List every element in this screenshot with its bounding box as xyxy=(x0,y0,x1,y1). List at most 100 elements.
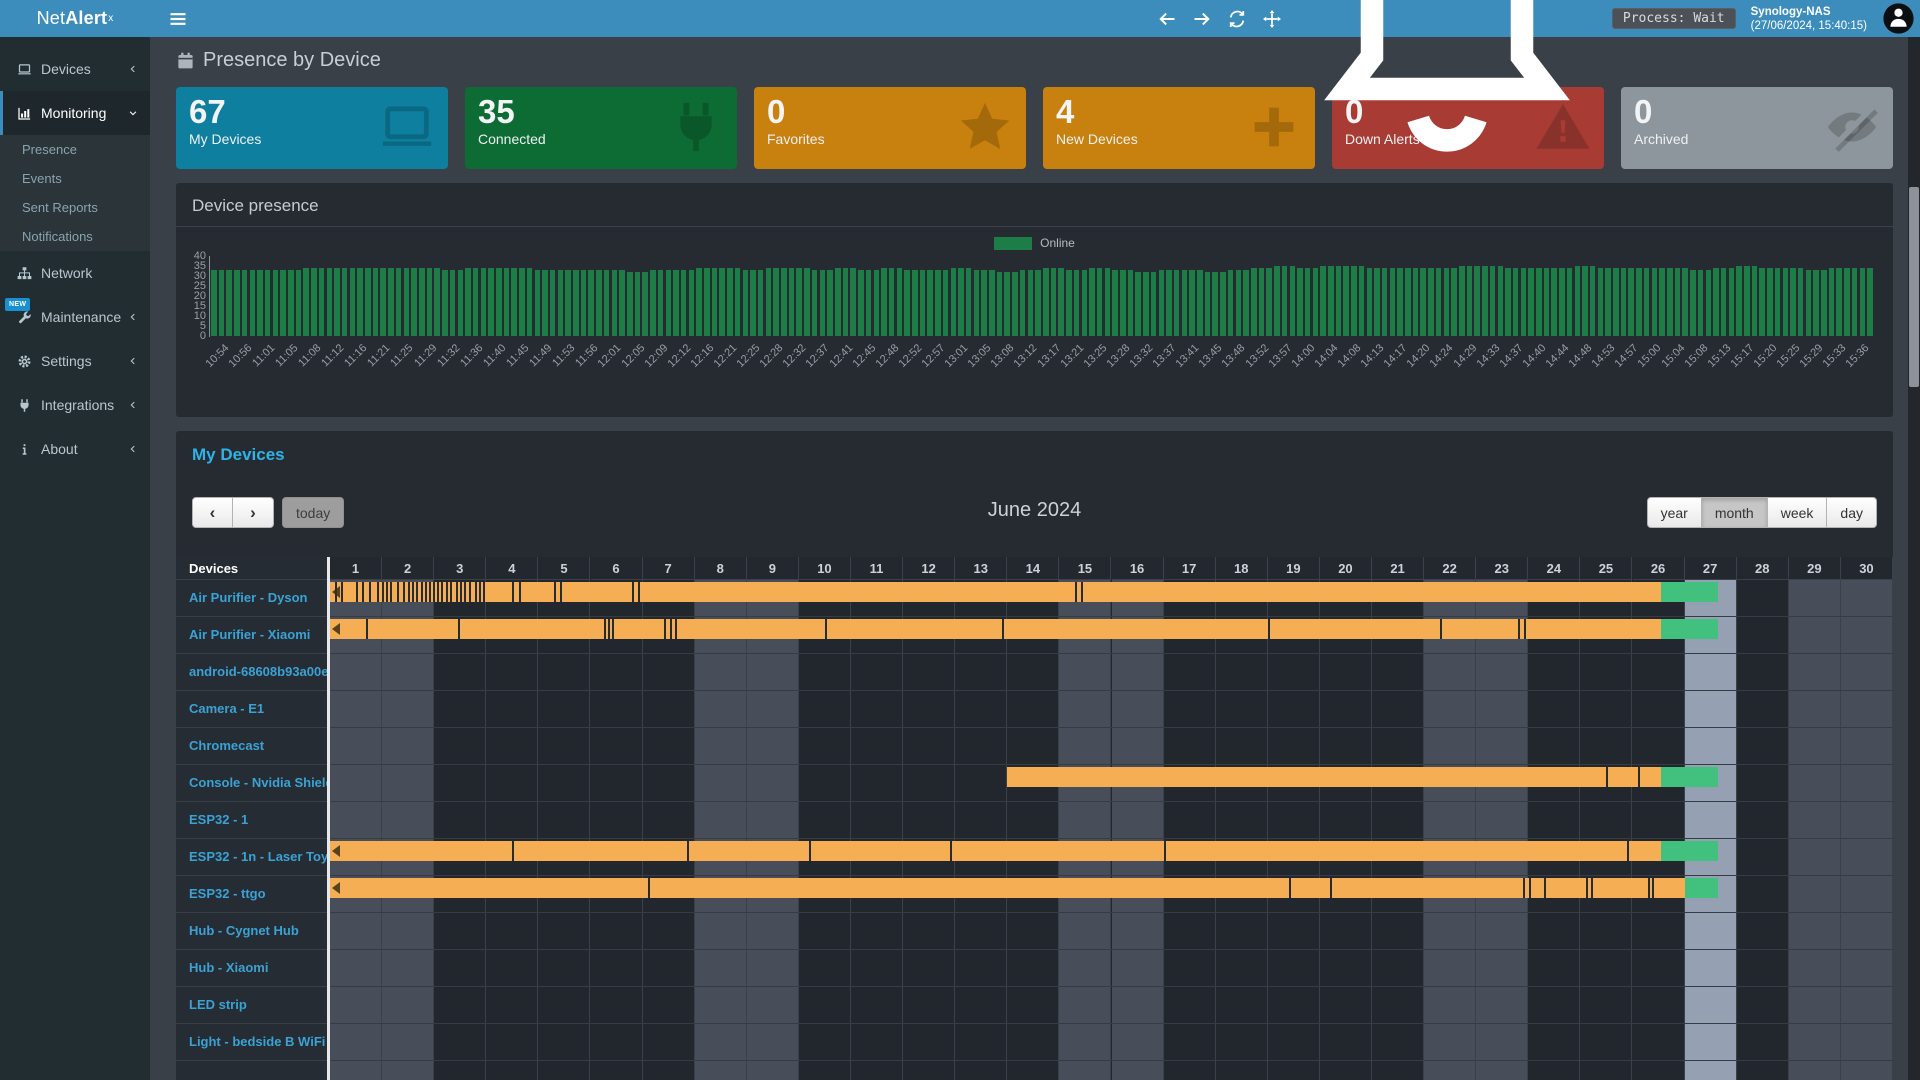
sidebar-item-settings[interactable]: Settings xyxy=(0,339,150,383)
day-header-18: 18 xyxy=(1216,557,1268,580)
stat-card-my-devices[interactable]: 67My Devices xyxy=(176,87,448,169)
nav-forward-icon[interactable] xyxy=(1192,9,1212,29)
device-row-label[interactable]: ESP32 - ttgo xyxy=(176,876,327,913)
device-row-label[interactable]: LED strip xyxy=(176,987,327,1024)
presence-gap-tick xyxy=(1002,619,1004,639)
day-header-28: 28 xyxy=(1737,557,1789,580)
presence-bar-current_online[interactable] xyxy=(1661,582,1718,602)
chart-bar xyxy=(696,268,702,336)
device-row-label[interactable]: ESP32 - 1 xyxy=(176,802,327,839)
chart-bar xyxy=(1528,268,1534,336)
chart-bar xyxy=(1729,268,1735,336)
presence-gap-tick xyxy=(604,619,606,639)
legend-online-label: Online xyxy=(1040,236,1075,250)
page-scrollbar-thumb[interactable] xyxy=(1909,187,1919,387)
device-row-label[interactable]: android-68608b93a00e4 xyxy=(176,654,327,691)
presence-gap-tick xyxy=(460,582,462,602)
chart-bar xyxy=(1012,272,1018,336)
laptop-icon xyxy=(378,98,436,156)
chart-bar xyxy=(1189,270,1195,336)
sidebar-item-about[interactable]: About xyxy=(0,427,150,471)
presence-bar-online[interactable] xyxy=(330,582,1661,602)
presence-bar-online[interactable] xyxy=(1007,767,1661,787)
chart-bar xyxy=(1313,268,1319,336)
presence-bar-current_online[interactable] xyxy=(1685,878,1719,898)
day-header-4: 4 xyxy=(486,557,538,580)
presence-gap-tick xyxy=(1330,878,1332,898)
presence-gap-tick xyxy=(675,619,677,639)
brand-logo[interactable]: NetAlertx xyxy=(0,0,150,37)
prev-month-button[interactable]: ‹ xyxy=(192,497,233,528)
sidebar-subitem-sent-reports[interactable]: Sent Reports xyxy=(0,193,150,222)
presence-gap-tick xyxy=(1627,841,1629,861)
hamburger-menu-icon[interactable] xyxy=(168,9,188,29)
presence-gap-tick xyxy=(429,582,431,602)
presence-bar-current_online[interactable] xyxy=(1661,841,1718,861)
device-row-label[interactable]: ESP32 - 1n - Laser Toy xyxy=(176,839,327,876)
move-icon[interactable] xyxy=(1262,9,1282,29)
day-column-19 xyxy=(1268,580,1320,1080)
chart-bar xyxy=(943,270,949,336)
next-month-button[interactable]: › xyxy=(233,497,274,528)
device-row-label[interactable]: Light - bedside B WiFi xyxy=(176,1024,327,1061)
chart-bar xyxy=(1867,268,1873,336)
today-button[interactable]: today xyxy=(282,497,344,528)
day-header-3: 3 xyxy=(434,557,486,580)
day-header-11: 11 xyxy=(851,557,903,580)
presence-bar-online[interactable] xyxy=(330,619,1661,639)
day-column-30 xyxy=(1841,580,1893,1080)
presence-bar-online[interactable] xyxy=(330,878,1685,898)
page-scrollbar-track[interactable] xyxy=(1908,37,1920,1080)
chart-bar xyxy=(966,268,972,336)
device-row-label[interactable]: Air Purifier - Xiaomi xyxy=(176,617,327,654)
chart-bar xyxy=(743,270,749,336)
stat-card-favorites[interactable]: 0Favorites xyxy=(754,87,1026,169)
chart-panel-title: Device presence xyxy=(176,183,1893,227)
chart-bar xyxy=(1004,272,1010,336)
sidebar-item-devices[interactable]: Devices xyxy=(0,47,150,91)
presence-bar-current_online[interactable] xyxy=(1661,619,1718,639)
view-button-month[interactable]: month xyxy=(1702,497,1768,528)
chart-bar xyxy=(1590,266,1596,336)
presence-bar-online[interactable] xyxy=(330,841,1661,861)
chevron-left-icon xyxy=(128,64,138,74)
device-row-label[interactable]: Air Purifier - Dyson xyxy=(176,580,327,617)
view-button-year[interactable]: year xyxy=(1647,497,1702,528)
sidebar-item-label: Integrations xyxy=(41,397,114,413)
chart-bar xyxy=(1628,268,1634,336)
user-avatar[interactable] xyxy=(1882,2,1915,35)
device-row-label[interactable]: Camera - E1 xyxy=(176,691,327,728)
chart-bar xyxy=(997,272,1003,336)
refresh-icon[interactable] xyxy=(1227,9,1247,29)
host-info: Synology-NAS (27/06/2024, 15:40:15) xyxy=(1751,5,1867,33)
presence-gap-tick xyxy=(1164,841,1166,861)
sidebar-item-maintenance[interactable]: newMaintenance xyxy=(0,295,150,339)
sidebar-subitem-events[interactable]: Events xyxy=(0,164,150,193)
device-row-label[interactable]: Hub - Xiaomi xyxy=(176,950,327,987)
device-row-label[interactable]: Console - Nvidia Shield T xyxy=(176,765,327,802)
stat-card-connected[interactable]: 35Connected xyxy=(465,87,737,169)
presence-bar-chart: 10:5410:5611:0111:0511:0811:1211:1611:21… xyxy=(188,256,1877,388)
device-row-label[interactable]: Hub - Cygnet Hub xyxy=(176,913,327,950)
chart-bar xyxy=(350,268,356,336)
presence-bar-current_online[interactable] xyxy=(1661,767,1718,787)
sidebar-subitem-notifications[interactable]: Notifications xyxy=(0,222,150,251)
device-row-label[interactable]: Chromecast xyxy=(176,728,327,765)
presence-gap-tick xyxy=(1652,878,1654,898)
presence-gap-tick xyxy=(648,878,650,898)
day-header-29: 29 xyxy=(1789,557,1841,580)
sidebar-subitem-presence[interactable]: Presence xyxy=(0,135,150,164)
notifications-bell[interactable]: 15 xyxy=(1297,0,1597,169)
chart-bar xyxy=(1474,266,1480,336)
chart-bar xyxy=(1706,270,1712,336)
nav-back-icon[interactable] xyxy=(1157,9,1177,29)
continues-left-arrow-icon xyxy=(332,586,340,598)
chart-bar xyxy=(1374,268,1380,336)
view-button-week[interactable]: week xyxy=(1768,497,1828,528)
view-button-day[interactable]: day xyxy=(1827,497,1877,528)
sidebar-item-integrations[interactable]: Integrations xyxy=(0,383,150,427)
chart-bar xyxy=(1159,270,1165,336)
chart-bar xyxy=(1351,266,1357,336)
sidebar-item-network[interactable]: Network xyxy=(0,251,150,295)
sidebar-item-monitoring[interactable]: Monitoring xyxy=(0,91,150,135)
